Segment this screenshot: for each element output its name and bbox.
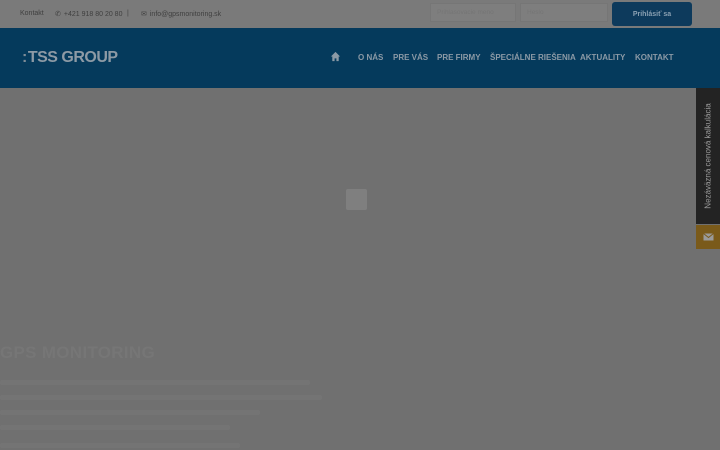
- nav-specialne-riesenia[interactable]: ŠPECIÁLNE RIEŠENIA: [490, 53, 576, 62]
- home-icon[interactable]: [330, 51, 341, 62]
- ghost-text-line: [0, 425, 230, 430]
- envelope-icon: ✉: [141, 11, 147, 18]
- username-input[interactable]: [430, 3, 516, 22]
- nav-pre-vas[interactable]: PRE VÁS: [393, 53, 428, 62]
- ghost-text-line: [0, 380, 310, 385]
- logo-text: TSS GROUP: [27, 49, 118, 66]
- password-input[interactable]: [520, 3, 608, 22]
- contact-link[interactable]: Kontakt: [20, 10, 44, 17]
- email-link[interactable]: ✉ info@gpsmonitoring.sk: [141, 10, 221, 18]
- logo[interactable]: :TSS GROUP: [22, 49, 118, 67]
- phone-number: +421 918 80 20 80: [63, 11, 123, 18]
- nav-aktuality[interactable]: AKTUALITY: [580, 53, 625, 62]
- ghost-text-line: [0, 410, 260, 415]
- phone-link[interactable]: ✆ +421 918 80 20 80: [55, 10, 122, 18]
- envelope-icon: [702, 233, 714, 241]
- ghost-text-line: [0, 443, 240, 448]
- nav-kontakt[interactable]: KONTAKT: [635, 53, 674, 62]
- side-mail-button[interactable]: [696, 225, 720, 249]
- hero-section: GPS MONITORING: [0, 88, 720, 450]
- hero-title: GPS MONITORING: [0, 343, 156, 362]
- login-button[interactable]: Prihlásiť sa: [612, 2, 692, 26]
- phone-icon: ✆: [55, 11, 61, 18]
- nav-o-nas[interactable]: O NÁS: [358, 53, 383, 62]
- loading-spinner: [346, 189, 367, 210]
- topbar-separator: |: [127, 10, 129, 17]
- price-calculation-label: Nezáväzná cenová kalkulácia: [703, 103, 713, 209]
- top-utility-bar: Kontakt ✆ +421 918 80 20 80 | ✉ info@gpsmo…: [0, 0, 720, 28]
- nav-pre-firmy[interactable]: PRE FIRMY: [437, 53, 481, 62]
- email-address: info@gpsmonitoring.sk: [149, 11, 222, 18]
- logo-mark: :: [22, 49, 27, 66]
- main-header: :TSS GROUP O NÁS PRE VÁS PRE FIRMY ŠPECI…: [0, 28, 720, 88]
- ghost-text-line: [0, 395, 322, 400]
